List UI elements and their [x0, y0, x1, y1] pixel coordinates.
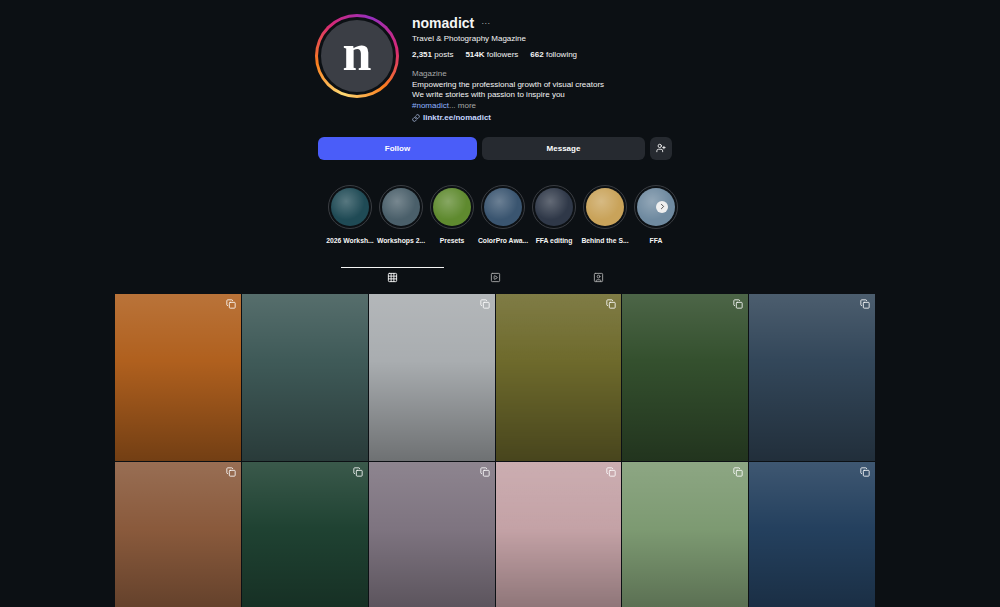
profile-tab[interactable] [547, 267, 650, 289]
highlight-label: FFA [650, 236, 663, 245]
highlight-cover [535, 188, 573, 226]
highlight[interactable]: Behind the S... [581, 185, 629, 245]
post[interactable] [242, 462, 368, 607]
post[interactable] [496, 294, 622, 461]
post[interactable] [622, 462, 748, 607]
tagline: Travel & Photography Magazine [412, 34, 604, 45]
carousel-icon [480, 467, 490, 477]
post[interactable] [749, 462, 875, 607]
action-row: FollowMessage [115, 137, 875, 160]
add-user-icon [656, 143, 666, 153]
highlight[interactable]: ColorPro Awa... [479, 185, 527, 245]
message-button[interactable]: Message [482, 137, 645, 160]
profile-header: n nomadict ··· Travel & Photography Magazin… [115, 0, 875, 124]
highlight-ring [583, 185, 627, 229]
carousel-icon [733, 467, 743, 477]
stat[interactable]: 514K followers [465, 50, 518, 61]
name-row: nomadict ··· [412, 15, 604, 32]
carousel-icon [860, 467, 870, 477]
suggest-button[interactable] [650, 137, 672, 160]
carousel-icon [226, 467, 236, 477]
carousel-icon [480, 299, 490, 309]
carousel-icon [606, 467, 616, 477]
stat[interactable]: 662 following [530, 50, 577, 61]
highlight-label: 2026 Worksh... [326, 236, 373, 245]
follow-button[interactable]: Follow [318, 137, 477, 160]
highlight-ring [379, 185, 423, 229]
carousel-icon [606, 299, 616, 309]
more-link[interactable]: ... more [449, 101, 476, 110]
stat[interactable]: 2,351 posts [412, 50, 453, 61]
stats: 2,351 posts 514K followers 662 following [412, 50, 604, 61]
highlight[interactable]: 2026 Worksh... [326, 185, 374, 245]
post-grid [115, 294, 875, 607]
highlight[interactable]: Workshops 2... [377, 185, 425, 245]
username: nomadict [412, 15, 474, 32]
hashtag[interactable]: #nomadict [412, 101, 449, 110]
profile-tab[interactable] [444, 267, 547, 289]
highlight-ring [532, 185, 576, 229]
bio-hashtag-row: #nomadict... more [412, 101, 604, 112]
profile-tabs [115, 267, 875, 289]
highlight[interactable]: FFA [632, 185, 680, 245]
post[interactable] [369, 462, 495, 607]
grid-icon [387, 272, 398, 283]
highlight-cover [331, 188, 369, 226]
post[interactable] [369, 294, 495, 461]
highlight[interactable]: Presets [428, 185, 476, 245]
bio-line: Empowering the professional growth of vi… [412, 80, 604, 91]
carousel-icon [860, 299, 870, 309]
highlight[interactable]: FFA editing [530, 185, 578, 245]
post[interactable] [496, 462, 622, 607]
highlight-cover [433, 188, 471, 226]
bio-line: We write stories with passion to inspire… [412, 90, 604, 101]
highlight-label: ColorPro Awa... [478, 236, 528, 245]
post[interactable] [749, 294, 875, 461]
more-button[interactable]: ··· [481, 18, 490, 29]
chevron-right-icon [658, 202, 667, 211]
highlights: 2026 Worksh... Workshops 2... Presets Color… [115, 185, 875, 245]
highlight-ring [328, 185, 372, 229]
logo: n [318, 17, 396, 95]
highlight-label: Behind the S... [581, 236, 628, 245]
profile-page: n nomadict ··· Travel & Photography Magazin… [115, 0, 875, 607]
avatar[interactable]: n [315, 14, 399, 98]
carousel-icon [353, 467, 363, 477]
next-button[interactable] [656, 201, 668, 213]
tagged-icon [593, 272, 604, 283]
highlight-label: Workshops 2... [377, 236, 425, 245]
carousel-icon [226, 299, 236, 309]
post[interactable] [115, 462, 241, 607]
post[interactable] [115, 294, 241, 461]
carousel-icon [733, 299, 743, 309]
post[interactable] [242, 294, 368, 461]
highlight-label: FFA editing [536, 236, 573, 245]
highlight-label: Presets [440, 236, 465, 245]
profile-info: nomadict ··· Travel & Photography Magazine… [412, 14, 604, 124]
reels-icon [490, 272, 501, 283]
post[interactable] [622, 294, 748, 461]
highlight-cover [484, 188, 522, 226]
profile-link[interactable]: linktr.ee/nomadict [412, 113, 604, 124]
highlight-cover [382, 188, 420, 226]
category: Magazine [412, 69, 604, 80]
highlight-ring [481, 185, 525, 229]
highlight-cover [586, 188, 624, 226]
highlight-ring [430, 185, 474, 229]
profile-tab[interactable] [341, 267, 444, 289]
link-icon [412, 114, 420, 122]
